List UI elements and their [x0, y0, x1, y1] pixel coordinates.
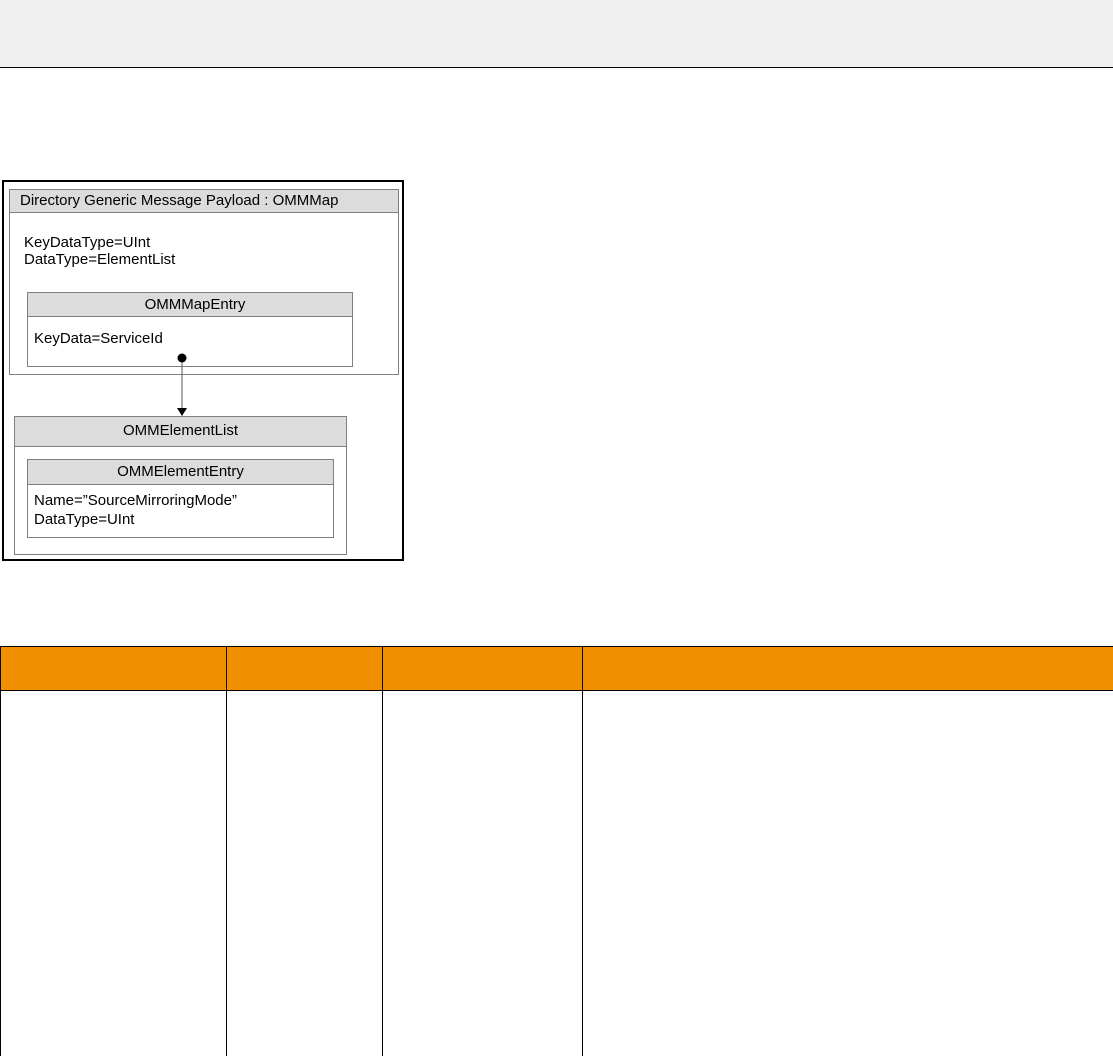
omm-map-entry-box: OMMMapEntry KeyData=ServiceId — [27, 292, 353, 367]
omm-map-key-data-type: KeyDataType=UInt — [24, 234, 151, 251]
omm-element-entry-name: Name=”SourceMirroringMode” — [34, 492, 237, 509]
connector-arrowhead — [177, 408, 187, 416]
payload-diagram: Directory Generic Message Payload : OMMM… — [2, 180, 404, 561]
table-header-cell — [226, 646, 383, 691]
table-cell — [0, 690, 227, 1056]
table-header-cell — [0, 646, 227, 691]
table-header-cell — [382, 646, 583, 691]
omm-map-entry-title: OMMMapEntry — [28, 293, 352, 317]
table-cell — [582, 690, 1113, 1056]
table-header-row — [0, 646, 1113, 691]
omm-element-entry-title: OMMElementEntry — [28, 460, 333, 485]
table-header-cell — [582, 646, 1113, 691]
omm-element-list-box: OMMElementList OMMElementEntry Name=”Sou… — [14, 416, 347, 555]
table-row — [0, 690, 1113, 1056]
omm-map-box: Directory Generic Message Payload : OMMM… — [9, 189, 399, 375]
table-cell — [226, 690, 383, 1056]
omm-map-data-type: DataType=ElementList — [24, 251, 176, 268]
omm-element-list-title: OMMElementList — [15, 417, 346, 447]
omm-map-title: Directory Generic Message Payload : OMMM… — [10, 190, 398, 213]
omm-element-entry-box: OMMElementEntry Name=”SourceMirroringMod… — [27, 459, 334, 538]
omm-map-entry-key-data: KeyData=ServiceId — [34, 330, 163, 347]
document-page: Directory Generic Message Payload : OMMM… — [0, 0, 1113, 1056]
spec-table — [0, 646, 1113, 1056]
omm-element-entry-data-type: DataType=UInt — [34, 511, 135, 528]
table-cell — [382, 690, 583, 1056]
page-header-band — [0, 0, 1113, 68]
